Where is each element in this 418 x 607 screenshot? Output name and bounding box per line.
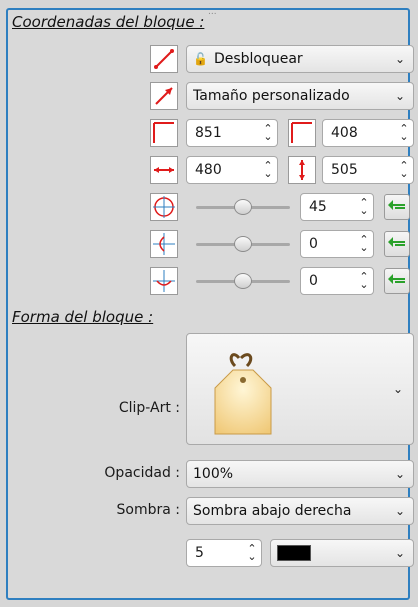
apply-rotation-button[interactable]	[384, 194, 410, 220]
spin-arrows-icon[interactable]: ⌃ ⌄	[355, 234, 373, 253]
width-icon	[150, 156, 178, 184]
diagonal-arrow-icon[interactable]	[150, 82, 178, 110]
chevron-down-icon: ⌄	[394, 504, 406, 518]
spin-arrows-icon[interactable]: ⌃ ⌄	[259, 123, 277, 142]
chevron-down-icon: ⌄	[394, 467, 406, 481]
resize-grip[interactable]: ...	[208, 8, 226, 17]
apply-skew-horizontal-button[interactable]	[384, 231, 410, 257]
chevron-down-icon: ⌄	[392, 382, 404, 396]
slider-knob[interactable]	[234, 236, 252, 252]
lock-open-icon: 🔓	[193, 52, 208, 66]
slider-knob[interactable]	[234, 199, 252, 215]
position-x-input[interactable]: 851 ⌃ ⌄	[186, 119, 278, 147]
size-mode-value: Tamaño personalizado	[193, 88, 350, 104]
apply-skew-vertical-button[interactable]	[384, 268, 410, 294]
skew-vertical-input[interactable]: 0 ⌃ ⌄	[300, 267, 374, 295]
position-y-input[interactable]: 408 ⌃ ⌄	[322, 119, 414, 147]
slider-knob[interactable]	[234, 273, 252, 289]
opacity-select[interactable]: 100% ⌄	[186, 460, 414, 488]
price-tag-icon	[214, 353, 272, 435]
green-arrow-icon	[388, 237, 405, 247]
spin-arrows-icon[interactable]: ⌃ ⌄	[259, 160, 277, 179]
skew-vertical-icon	[150, 267, 178, 295]
skew-horizontal-slider[interactable]	[196, 233, 290, 255]
width-input[interactable]: 480 ⌃ ⌄	[186, 156, 278, 184]
shadow-color-swatch	[277, 545, 311, 561]
rotation-icon	[150, 193, 178, 221]
shadow-label: Sombra :	[116, 502, 180, 518]
coords-section-title: Coordenadas del bloque :	[12, 13, 205, 31]
shadow-color-select[interactable]: ⌄	[270, 539, 414, 567]
skew-vertical-slider[interactable]	[196, 270, 290, 292]
spin-arrows-icon[interactable]: ⌃ ⌄	[243, 543, 261, 562]
rotation-slider[interactable]	[196, 196, 290, 218]
height-icon	[288, 156, 316, 184]
opacity-label: Opacidad :	[104, 465, 180, 481]
diagonal-line-icon[interactable]	[150, 45, 178, 73]
position-x-icon	[150, 119, 178, 147]
shadow-select[interactable]: Sombra abajo derecha ⌄	[186, 497, 414, 525]
position-y-icon	[288, 119, 316, 147]
spin-arrows-icon[interactable]: ⌃ ⌄	[395, 160, 413, 179]
chevron-down-icon: ⌄	[394, 52, 406, 66]
shadow-size-input[interactable]: 5 ⌃ ⌄	[186, 539, 262, 567]
rotation-input[interactable]: 45 ⌃ ⌄	[300, 193, 374, 221]
chevron-down-icon: ⌄	[394, 89, 406, 103]
green-arrow-icon	[388, 200, 405, 210]
lock-select-value: Desbloquear	[213, 51, 303, 67]
spin-arrows-icon[interactable]: ⌃ ⌄	[355, 197, 373, 216]
size-mode-select[interactable]: Tamaño personalizado ⌄	[186, 82, 414, 110]
green-arrow-icon	[388, 274, 405, 284]
shape-section-title: Forma del bloque :	[12, 308, 154, 326]
clipart-label: Clip-Art :	[118, 400, 180, 416]
chevron-down-icon: ⌄	[394, 546, 406, 560]
spin-arrows-icon[interactable]: ⌃ ⌄	[395, 123, 413, 142]
skew-horizontal-input[interactable]: 0 ⌃ ⌄	[300, 230, 374, 258]
spin-arrows-icon[interactable]: ⌃ ⌄	[355, 271, 373, 290]
clipart-select[interactable]: ⌄	[186, 333, 414, 445]
height-input[interactable]: 505 ⌃ ⌄	[322, 156, 414, 184]
skew-horizontal-icon	[150, 230, 178, 258]
lock-select[interactable]: 🔓 Desbloquear ⌄	[186, 45, 414, 73]
